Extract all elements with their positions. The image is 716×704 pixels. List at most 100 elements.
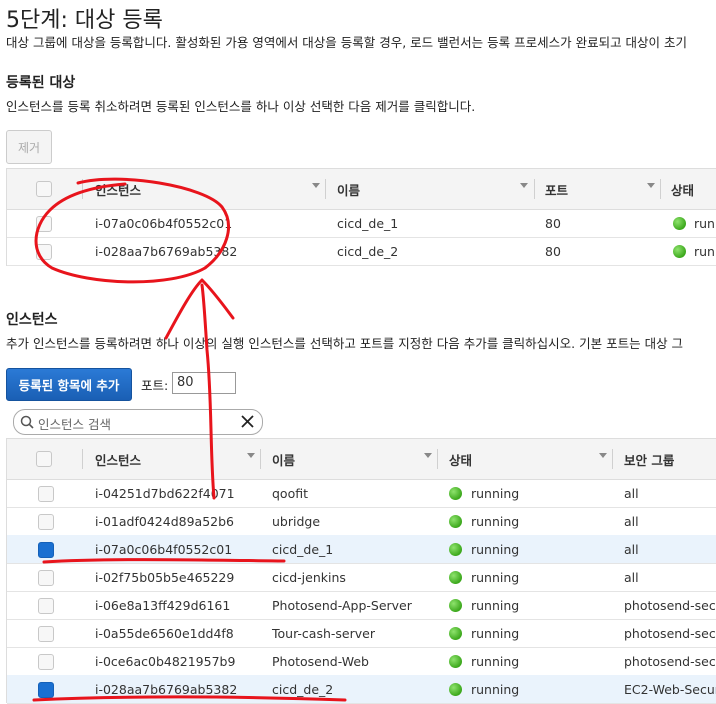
instance-id: i-0ce6ac0b4821957b9 bbox=[95, 654, 236, 669]
security-group: EC2-Web-Secur bbox=[624, 682, 716, 697]
instance-status: running bbox=[471, 682, 520, 697]
instance-name: cicd_de_1 bbox=[337, 216, 399, 231]
clear-icon[interactable] bbox=[240, 414, 255, 429]
row-checkbox[interactable] bbox=[36, 244, 52, 260]
instance-id: i-028aa7b6769ab5382 bbox=[95, 244, 238, 259]
security-group: photosend-secu bbox=[624, 626, 716, 641]
page-description: 대상 그룹에 대상을 등록합니다. 활성화된 가용 영역에서 대상을 등록할 경… bbox=[6, 35, 688, 50]
running-status-icon bbox=[449, 599, 462, 612]
running-status-icon bbox=[449, 683, 462, 696]
search-icon bbox=[20, 415, 34, 429]
instance-name: cicd_de_1 bbox=[272, 542, 334, 557]
running-status-icon bbox=[673, 245, 686, 258]
instance-name: ubridge bbox=[272, 514, 321, 529]
instance-id: i-02f75b05b5e465229 bbox=[95, 570, 235, 585]
instance-id: i-04251d7bd622f4071 bbox=[95, 486, 235, 501]
row-checkbox[interactable] bbox=[38, 626, 54, 642]
instance-name: Tour-cash-server bbox=[272, 626, 375, 641]
select-all-checkbox[interactable] bbox=[36, 181, 52, 197]
instance-status: runn bbox=[694, 216, 716, 231]
instance-name: cicd_de_2 bbox=[272, 682, 334, 697]
instances-description: 추가 인스턴스를 등록하려면 하나 이상의 실행 인스턴스를 선택하고 포트를 … bbox=[6, 336, 684, 351]
row-checkbox[interactable] bbox=[38, 486, 54, 502]
row-checkbox[interactable] bbox=[38, 598, 54, 614]
column-header-name[interactable]: 이름 bbox=[272, 450, 295, 469]
search-placeholder: 인스턴스 검색 bbox=[38, 417, 111, 432]
security-group: photosend-secu bbox=[624, 654, 716, 669]
security-group: all bbox=[624, 542, 639, 557]
add-to-registered-button[interactable]: 등록된 항목에 추가 bbox=[6, 368, 132, 401]
annotation-arrow-head bbox=[164, 278, 235, 340]
sort-caret-icon[interactable] bbox=[647, 183, 655, 188]
instance-status: running bbox=[471, 486, 520, 501]
row-checkbox[interactable] bbox=[38, 542, 54, 558]
instance-id: i-01adf0424d89a52b6 bbox=[95, 514, 234, 529]
row-checkbox[interactable] bbox=[36, 216, 52, 232]
row-checkbox[interactable] bbox=[38, 570, 54, 586]
table-row[interactable]: i-04251d7bd622f4071 qoofit running all bbox=[7, 479, 716, 508]
instance-name: Photosend-App-Server bbox=[272, 598, 412, 613]
running-status-icon bbox=[449, 571, 462, 584]
page-title: 5단계: 대상 등록 bbox=[6, 8, 163, 33]
table-row[interactable]: i-0ce6ac0b4821957b9 Photosend-Web running p… bbox=[7, 647, 716, 676]
sort-caret-icon[interactable] bbox=[520, 183, 528, 188]
registered-targets-table: 인스턴스 이름 포트 상태 i-07a0c06b4f0552c01 cicd_de… bbox=[6, 168, 716, 266]
running-status-icon bbox=[673, 217, 686, 230]
registered-targets-description: 인스턴스를 등록 취소하려면 등록된 인스턴스를 하나 이상 선택한 다음 제거… bbox=[6, 99, 476, 114]
table-row[interactable]: i-02f75b05b5e465229 cicd-jenkins running al… bbox=[7, 563, 716, 592]
row-checkbox[interactable] bbox=[38, 682, 54, 698]
instance-port: 80 bbox=[545, 244, 561, 259]
instance-search-input[interactable]: 인스턴스 검색 bbox=[13, 409, 263, 435]
instance-name: cicd_de_2 bbox=[337, 244, 399, 259]
instance-id: i-028aa7b6769ab5382 bbox=[95, 682, 238, 697]
column-header-status[interactable]: 상태 bbox=[671, 180, 694, 199]
row-checkbox[interactable] bbox=[38, 654, 54, 670]
sort-caret-icon[interactable] bbox=[247, 453, 255, 458]
instance-id: i-0a55de6560e1dd4f8 bbox=[95, 626, 234, 641]
select-all-checkbox[interactable] bbox=[36, 451, 52, 467]
table-header: 인스턴스 이름 상태 보안 그룹 bbox=[7, 438, 716, 480]
running-status-icon bbox=[449, 515, 462, 528]
sort-caret-icon[interactable] bbox=[312, 183, 320, 188]
table-row[interactable]: i-028aa7b6769ab5382 cicd_de_2 running EC2-W… bbox=[7, 675, 716, 704]
registered-targets-heading: 등록된 대상 bbox=[6, 75, 76, 91]
security-group: photosend-secu bbox=[624, 598, 716, 613]
security-group: all bbox=[624, 486, 639, 501]
column-header-name[interactable]: 이름 bbox=[337, 180, 360, 199]
table-header: 인스턴스 이름 포트 상태 bbox=[7, 168, 716, 210]
column-header-port[interactable]: 포트 bbox=[545, 180, 568, 199]
table-row[interactable]: i-0a55de6560e1dd4f8 Tour-cash-server runni… bbox=[7, 619, 716, 648]
instance-status: running bbox=[471, 598, 520, 613]
table-row[interactable]: i-028aa7b6769ab5382 cicd_de_2 80 runn bbox=[7, 237, 716, 266]
port-input[interactable]: 80 bbox=[172, 372, 236, 394]
column-header-status[interactable]: 상태 bbox=[449, 450, 472, 469]
security-group: all bbox=[624, 514, 639, 529]
column-header-instance[interactable]: 인스턴스 bbox=[95, 450, 141, 469]
column-header-instance[interactable]: 인스턴스 bbox=[95, 180, 141, 199]
instances-heading: 인스턴스 bbox=[6, 312, 58, 328]
instances-table: 인스턴스 이름 상태 보안 그룹 i-04251d7bd622f4071 qoof… bbox=[6, 438, 716, 704]
row-checkbox[interactable] bbox=[38, 514, 54, 530]
port-label: 포트: bbox=[141, 378, 169, 393]
instance-status: running bbox=[471, 626, 520, 641]
table-row[interactable]: i-07a0c06b4f0552c01 cicd_de_1 80 runn bbox=[7, 209, 716, 238]
instance-status: running bbox=[471, 514, 520, 529]
sort-caret-icon[interactable] bbox=[424, 453, 432, 458]
column-header-security-group[interactable]: 보안 그룹 bbox=[624, 450, 674, 469]
sort-caret-icon[interactable] bbox=[599, 453, 607, 458]
instance-id: i-07a0c06b4f0552c01 bbox=[95, 542, 233, 557]
table-row[interactable]: i-07a0c06b4f0552c01 cicd_de_1 running all bbox=[7, 535, 716, 564]
instance-port: 80 bbox=[545, 216, 561, 231]
instance-name: cicd-jenkins bbox=[272, 570, 346, 585]
running-status-icon bbox=[449, 627, 462, 640]
table-row[interactable]: i-06e8a13ff429d6161 Photosend-App-Server r… bbox=[7, 591, 716, 620]
running-status-icon bbox=[449, 543, 462, 556]
running-status-icon bbox=[449, 655, 462, 668]
remove-button[interactable]: 제거 bbox=[6, 130, 52, 164]
running-status-icon bbox=[449, 487, 462, 500]
instance-status: running bbox=[471, 570, 520, 585]
instance-id: i-07a0c06b4f0552c01 bbox=[95, 216, 233, 231]
table-row[interactable]: i-01adf0424d89a52b6 ubridge running all bbox=[7, 507, 716, 536]
instance-name: Photosend-Web bbox=[272, 654, 369, 669]
security-group: all bbox=[624, 570, 639, 585]
